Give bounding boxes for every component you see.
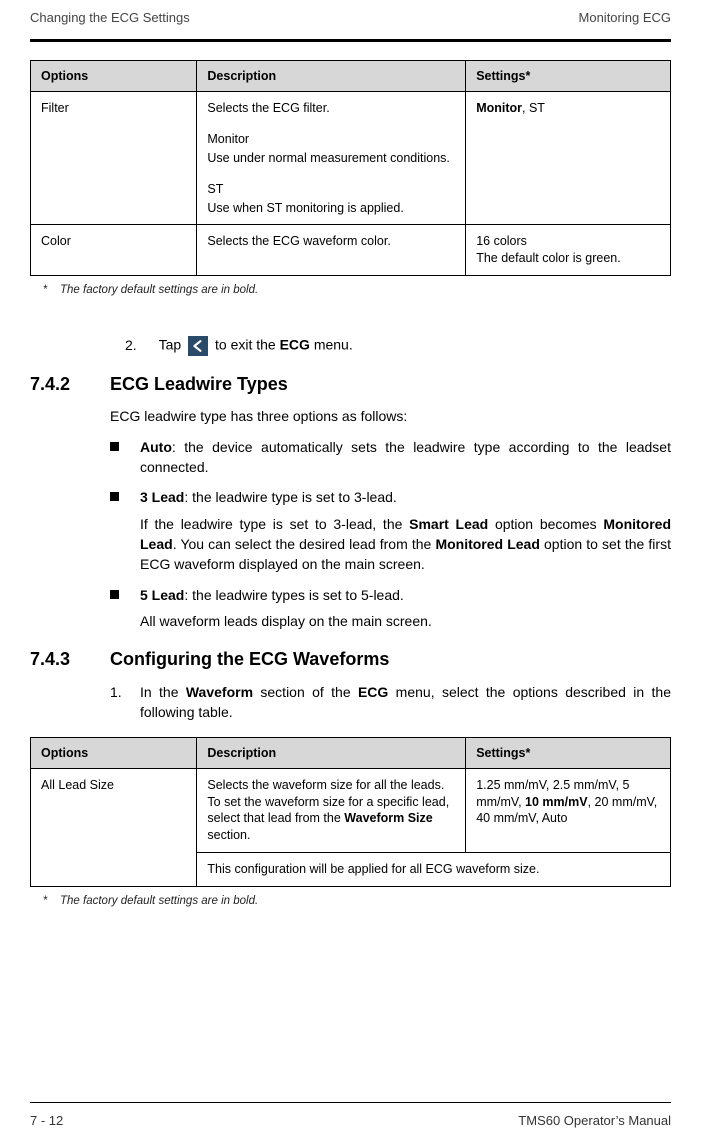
section-7-4-3-heading: 7.4.3 Configuring the ECG Waveforms [30, 649, 671, 670]
list-item: 5 Lead: the leadwire types is set to 5-l… [110, 585, 671, 632]
back-icon[interactable] [188, 336, 208, 356]
table-row: Filter Selects the ECG filter. Monitor U… [31, 92, 671, 225]
step-2-pre: Tap [159, 337, 185, 353]
step-1-b1: Waveform [186, 684, 253, 700]
ecg-options-table-2: Options Description Settings* All Lead S… [30, 737, 671, 887]
t1-r2-desc: Selects the ECG waveform color. [197, 225, 466, 276]
step-1-num: 1. [110, 682, 122, 702]
step-1-pre: In the [140, 684, 186, 700]
t2-h-description: Description [197, 737, 466, 768]
step-2-target: ECG [280, 337, 310, 353]
table-row: All Lead Size Selects the waveform size … [31, 768, 671, 853]
header-right: Monitoring ECG [579, 10, 671, 25]
t2-r1-desc: Selects the waveform size for all the le… [197, 768, 466, 853]
list-item: Auto: the device automatically sets the … [110, 437, 671, 478]
list-item: 3 Lead: the leadwire type is set to 3-le… [110, 487, 671, 574]
header-left: Changing the ECG Settings [30, 10, 190, 25]
li-5lead-rest: : the leadwire types is set to 5-lead. [184, 587, 403, 603]
t2-h-options: Options [31, 737, 197, 768]
t2-r1-desc-l1: Selects the waveform size for all the le… [207, 777, 455, 794]
section-7-4-2-title: ECG Leadwire Types [110, 374, 288, 395]
ecg-options-table-1: Options Description Settings* Filter Sel… [30, 60, 671, 276]
t1-r2-settings: 16 colors The default color is green. [466, 225, 671, 276]
t1-r2-option: Color [31, 225, 197, 276]
t2-r1-desc-l2: To set the waveform size for a specific … [207, 794, 455, 845]
li-3lead-sub-b1: Smart Lead [409, 516, 488, 532]
manual-title: TMS60 Operator’s Manual [518, 1113, 671, 1128]
t1-h-settings: Settings* [466, 61, 671, 92]
t1-r1-st-body: Use when ST monitoring is applied. [207, 200, 455, 217]
leadwire-list: Auto: the device automatically sets the … [110, 437, 671, 631]
sec742-intro: ECG leadwire type has three options as f… [110, 407, 671, 427]
sec743-steps: 1. In the Waveform section of the ECG me… [110, 682, 671, 723]
section-7-4-3-num: 7.4.3 [30, 649, 110, 670]
t2-footnote: *The factory default settings are in bol… [30, 895, 671, 907]
t1-footnote: *The factory default settings are in bol… [30, 284, 671, 296]
li-3lead-sub: If the leadwire type is set to 3-lead, t… [140, 514, 671, 575]
t1-r1-option: Filter [31, 92, 197, 225]
table-row: Color Selects the ECG waveform color. 16… [31, 225, 671, 276]
t1-r2-settings-l1: 16 colors [476, 233, 660, 250]
t2-footnote-text: The factory default settings are in bold… [60, 895, 258, 907]
t1-h-description: Description [197, 61, 466, 92]
footer-rule [30, 1102, 671, 1103]
li-auto-rest: : the device automatically sets the lead… [140, 439, 671, 475]
li-3lead-sub-m2: . You can select the desired lead from t… [173, 536, 436, 552]
t1-r1-settings-rest: , ST [522, 101, 545, 115]
t2-r1-set-bold: 10 mm/mV [525, 795, 588, 809]
t2-r1-desc-l2-b: Waveform Size [344, 811, 432, 825]
page-number: 7 - 12 [30, 1113, 63, 1128]
t2-h-settings: Settings* [466, 737, 671, 768]
t1-r1-settings-bold: Monitor [476, 101, 522, 115]
t1-r1-desc-intro: Selects the ECG filter. [207, 100, 455, 117]
step-2: 2. Tap to exit the ECG menu. [125, 336, 671, 356]
step-1-b2: ECG [358, 684, 388, 700]
li-5lead-lead: 5 Lead [140, 587, 184, 603]
t2-r2-note: This configuration will be applied for a… [197, 853, 671, 887]
t1-r1-st-title: ST [207, 181, 455, 198]
t1-r2-settings-l2: The default color is green. [476, 250, 660, 267]
t1-r1-monitor-title: Monitor [207, 131, 455, 148]
t1-footnote-text: The factory default settings are in bold… [60, 284, 258, 296]
t1-r1-desc: Selects the ECG filter. Monitor Use unde… [197, 92, 466, 225]
li-3lead-rest: : the leadwire type is set to 3-lead. [184, 489, 396, 505]
t1-h-options: Options [31, 61, 197, 92]
li-3lead-sub-b3: Monitored Lead [435, 536, 539, 552]
li-3lead-sub-pre: If the leadwire type is set to 3-lead, t… [140, 516, 409, 532]
t2-r1-option: All Lead Size [31, 768, 197, 886]
step-2-post: to exit the [215, 337, 280, 353]
li-3lead-lead: 3 Lead [140, 489, 184, 505]
step-2-num: 2. [125, 337, 155, 353]
li-5lead-sub: All waveform leads display on the main s… [140, 611, 671, 631]
t1-r1-monitor-body: Use under normal measurement conditions. [207, 150, 455, 167]
step-1-mid: section of the [253, 684, 358, 700]
section-7-4-2-heading: 7.4.2 ECG Leadwire Types [30, 374, 671, 395]
step-2-end: menu. [310, 337, 353, 353]
section-7-4-3-title: Configuring the ECG Waveforms [110, 649, 389, 670]
li-3lead-sub-m1: option becomes [488, 516, 603, 532]
li-auto-lead: Auto [140, 439, 172, 455]
t1-r1-settings: Monitor, ST [466, 92, 671, 225]
list-item: 1. In the Waveform section of the ECG me… [110, 682, 671, 723]
top-rule [30, 39, 671, 42]
t2-r1-settings: 1.25 mm/mV, 2.5 mm/mV, 5 mm/mV, 10 mm/mV… [466, 768, 671, 853]
t2-r1-desc-l2-post: section. [207, 828, 250, 842]
section-7-4-2-num: 7.4.2 [30, 374, 110, 395]
